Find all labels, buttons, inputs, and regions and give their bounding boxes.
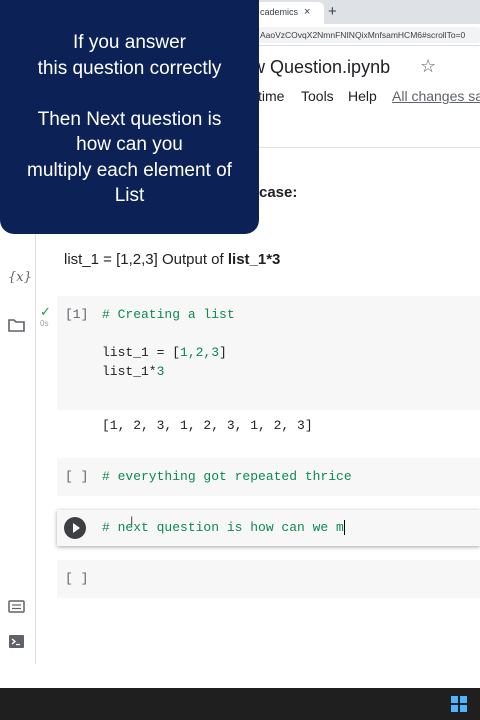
save-status-link[interactable]: All changes sa [392, 88, 480, 104]
code-var: list_1 = [ [102, 345, 181, 360]
execution-count: [1] [65, 307, 89, 322]
run-cell-button[interactable] [64, 517, 86, 539]
code-cell-2[interactable]: [ ] # everything got repeated thrice [57, 458, 480, 496]
execution-success-icon: ✓ [40, 304, 51, 319]
code-comment: # next question is how can we m [102, 520, 344, 535]
terminal-icon[interactable] [8, 634, 25, 649]
overlay-text: If you answer this question correctly Th… [27, 32, 232, 206]
taskbar [0, 688, 480, 720]
execution-time: 0s [40, 319, 49, 328]
variables-icon[interactable]: {x} [8, 270, 32, 285]
text-cursor-icon: I [130, 514, 134, 528]
folder-icon[interactable] [8, 318, 25, 332]
text-line-prefix: list_1 = [1,2,3] Output of [64, 251, 228, 268]
active-code-cell[interactable]: # next question is how can we m [57, 510, 480, 546]
code-multiplier: 3 [156, 364, 165, 379]
code-bracket: ] [219, 345, 227, 360]
browser-tab[interactable]: cademics [248, 2, 324, 24]
execution-count: [ ] [65, 571, 89, 586]
code-comment: # Creating a list [102, 307, 235, 322]
notebook-title[interactable]: ew Question.ipynb [242, 57, 390, 78]
star-icon[interactable]: ☆ [420, 56, 436, 77]
menu-runtime[interactable]: time [258, 88, 284, 104]
code-numbers: 1,2,3 [180, 345, 220, 360]
menu-help[interactable]: Help [348, 88, 377, 104]
code-line-multiply: list_1*3 [102, 364, 164, 379]
text-line-bold: list_1*3 [227, 251, 281, 268]
menu-tools[interactable]: Tools [301, 88, 334, 104]
cell-output: [1, 2, 3, 1, 2, 3, 1, 2, 3] [102, 418, 313, 433]
text-caret [343, 520, 345, 536]
code-comment: # everything got repeated thrice [102, 469, 352, 484]
new-tab-button[interactable]: + [328, 1, 337, 23]
code-line-assign: list_1 = [1,2,3] [102, 345, 227, 360]
code-input[interactable]: # next question is how can we m [102, 520, 345, 536]
question-overlay: If you answer this question correctly Th… [0, 0, 259, 234]
code-cell-4[interactable]: [ ] [57, 560, 480, 598]
code-expr: list_1* [102, 364, 157, 379]
text-cell-line: list_1 = [1,2,3] Output of list_1*3 [64, 251, 280, 268]
windows-start-icon[interactable] [451, 696, 467, 712]
keyboard-icon[interactable] [8, 600, 25, 613]
code-cell-1[interactable]: [1] # Creating a list list_1 = [1,2,3] l… [57, 296, 480, 410]
address-bar[interactable]: AaoVzCOvqX2NmnFNINQixMnfsamHCM6#scrollTo… [254, 27, 480, 43]
close-icon[interactable]: × [304, 2, 310, 22]
tab-title: cademics [260, 7, 299, 17]
execution-count: [ ] [65, 469, 89, 484]
text-cell-heading: case: [259, 184, 298, 201]
